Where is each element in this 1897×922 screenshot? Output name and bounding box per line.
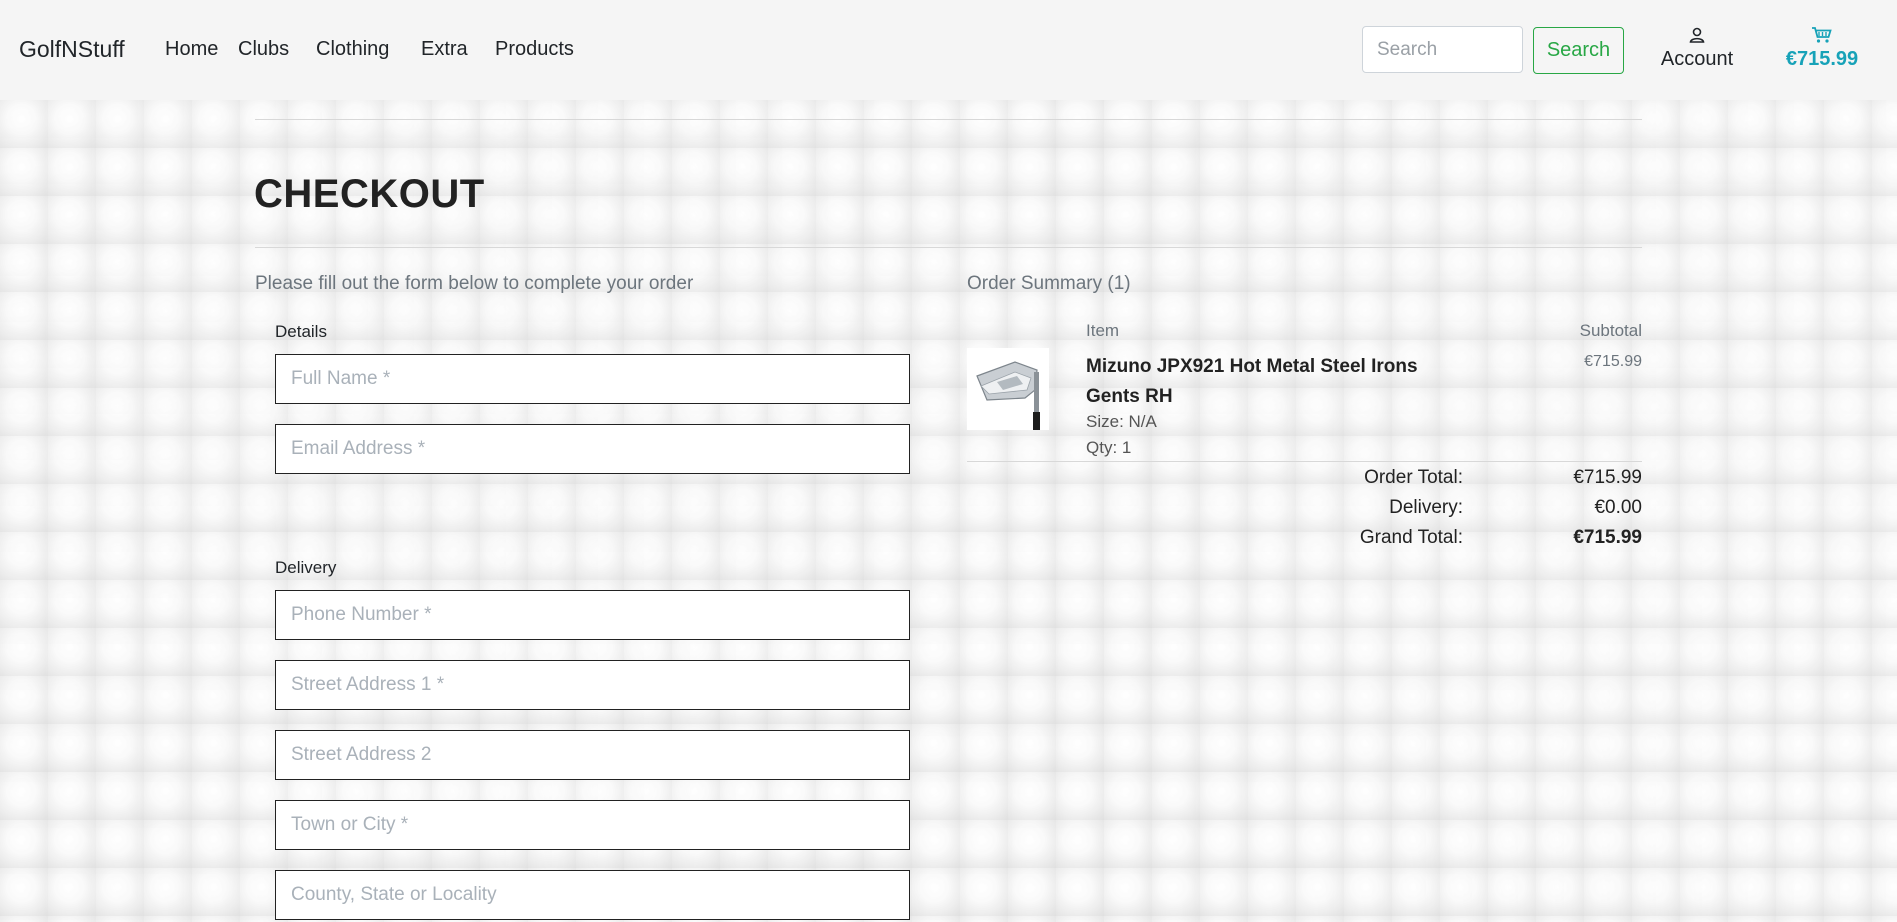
delivery-legend: Delivery — [275, 558, 337, 577]
product-size: Size: N/A — [1086, 412, 1157, 431]
delivery-value: €0.00 — [1594, 497, 1642, 518]
search-input[interactable] — [1362, 26, 1523, 73]
search-button[interactable]: Search — [1533, 27, 1624, 74]
nav-products[interactable]: Products — [495, 38, 574, 61]
order-total-label: Order Total: — [1364, 467, 1463, 488]
cart-total: €715.99 — [1785, 48, 1859, 70]
product-image — [967, 348, 1049, 430]
title-divider — [255, 247, 1642, 248]
delivery-label: Delivery: — [1389, 497, 1463, 518]
product-qty: Qty: 1 — [1086, 438, 1132, 457]
subtotal-column-header: Subtotal — [1579, 321, 1642, 340]
cart-icon — [1772, 26, 1872, 48]
town-city-field[interactable] — [275, 800, 910, 850]
nav-extra[interactable]: Extra — [421, 38, 468, 61]
top-divider — [255, 119, 1642, 120]
form-intro: Please fill out the form below to comple… — [255, 273, 694, 294]
phone-field[interactable] — [275, 590, 910, 640]
email-field[interactable] — [275, 424, 910, 474]
county-field[interactable] — [275, 870, 910, 920]
cart-link[interactable]: €715.99 — [1772, 26, 1872, 71]
account-label: Account — [1660, 48, 1734, 70]
product-subtotal: €715.99 — [1584, 353, 1642, 370]
nav-clubs[interactable]: Clubs — [238, 38, 289, 61]
order-total-value: €715.99 — [1573, 467, 1642, 488]
full-name-field[interactable] — [275, 354, 910, 404]
street-address-2-field[interactable] — [275, 730, 910, 780]
grand-total-value: €715.99 — [1573, 527, 1642, 548]
details-legend: Details — [275, 322, 327, 341]
street-address-1-field[interactable] — [275, 660, 910, 710]
nav-clothing[interactable]: Clothing — [316, 38, 389, 61]
order-summary-title: Order Summary (1) — [967, 273, 1131, 294]
top-navbar: GolfNStuff Home Clubs Clothing Extra Pro… — [0, 0, 1897, 100]
person-icon — [1652, 26, 1742, 48]
grand-total-label: Grand Total: — [1359, 527, 1463, 548]
summary-divider — [967, 461, 1642, 462]
account-link[interactable]: Account — [1652, 26, 1742, 71]
nav-home[interactable]: Home — [165, 38, 218, 61]
brand-logo[interactable]: GolfNStuff — [19, 36, 125, 63]
item-column-header: Item — [1086, 321, 1120, 340]
page-title: CHECKOUT — [254, 172, 485, 216]
product-name: Mizuno JPX921 Hot Metal Steel Irons Gent… — [1086, 356, 1418, 407]
